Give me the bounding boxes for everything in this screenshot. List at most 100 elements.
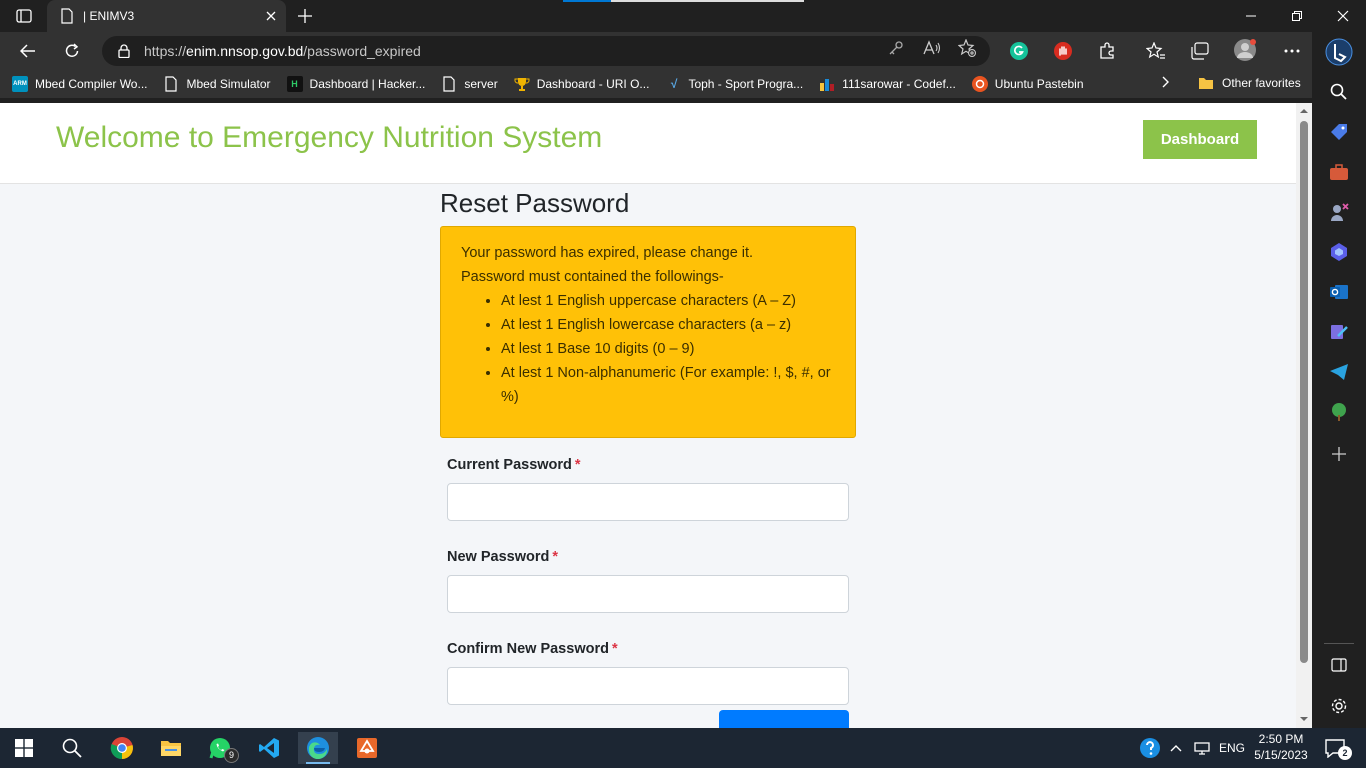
ubuntu-icon xyxy=(971,76,988,92)
outlook-icon[interactable] xyxy=(1327,280,1351,304)
other-favorites[interactable]: Other favorites xyxy=(1198,76,1301,90)
clock-date: 5/15/2023 xyxy=(1254,748,1308,762)
site-header: Welcome to Emergency Nutrition System Da… xyxy=(0,103,1296,184)
grammarly-icon[interactable] xyxy=(1006,38,1032,64)
bing-chat-icon[interactable] xyxy=(1325,38,1353,66)
extensions-icon[interactable] xyxy=(1094,38,1120,64)
windows-start-icon[interactable] xyxy=(4,732,44,764)
stop-hand-extension-icon[interactable] xyxy=(1050,38,1076,64)
whatsapp-icon[interactable]: 9 xyxy=(200,732,240,764)
password-expired-alert: Your password has expired, please change… xyxy=(440,226,856,438)
confirm-password-group: Confirm New Password * xyxy=(440,641,856,705)
page-icon xyxy=(165,76,178,92)
compose-icon[interactable] xyxy=(1327,320,1351,344)
add-favorite-icon[interactable] xyxy=(958,39,976,57)
close-window-icon[interactable] xyxy=(1320,0,1366,32)
more-options-icon[interactable] xyxy=(1279,38,1305,64)
app-icon[interactable] xyxy=(347,732,387,764)
read-aloud-icon[interactable] xyxy=(923,39,941,57)
browser-toolbar: https://enim.nnsop.gov.bd/password_expir… xyxy=(0,32,1312,70)
password-rule: At lest 1 English uppercase characters (… xyxy=(501,289,835,313)
games-icon[interactable] xyxy=(1327,200,1351,224)
trophy-icon xyxy=(514,78,530,91)
shopping-tag-icon[interactable] xyxy=(1327,120,1351,144)
scrollbar-thumb[interactable] xyxy=(1300,121,1308,663)
bookmark-item[interactable]: Mbed Simulator xyxy=(163,76,271,92)
bookmark-item[interactable]: server xyxy=(441,76,498,92)
codeforces-icon xyxy=(820,79,835,91)
chevron-up-icon[interactable] xyxy=(1162,732,1190,764)
lock-icon[interactable] xyxy=(118,44,130,58)
bookmark-item[interactable]: H Dashboard | Hacker... xyxy=(286,76,425,92)
browser-tab[interactable]: | ENIMV3 xyxy=(47,0,286,32)
vscode-icon[interactable] xyxy=(249,732,289,764)
hackerrank-icon: H xyxy=(286,76,303,92)
notification-center-icon[interactable]: 2 xyxy=(1316,732,1354,764)
alert-message: Your password has expired, please change… xyxy=(461,245,754,261)
reset-password-button[interactable]: Reset Password xyxy=(719,710,849,728)
new-password-label: New Password * xyxy=(447,549,558,565)
bookmark-item[interactable]: √ Toph - Sport Progra... xyxy=(665,76,803,92)
new-password-input[interactable] xyxy=(447,575,849,613)
settings-gear-icon[interactable] xyxy=(1327,694,1351,718)
add-sidebar-app-icon[interactable] xyxy=(1327,442,1351,466)
collections-icon[interactable] xyxy=(1187,38,1213,64)
new-tab-icon[interactable] xyxy=(292,4,318,28)
refresh-icon[interactable] xyxy=(57,36,87,66)
address-bar[interactable]: https://enim.nnsop.gov.bd/password_expir… xyxy=(102,36,990,66)
arm-mbed-icon: ARM xyxy=(12,76,28,92)
loading-indicator xyxy=(563,0,804,2)
current-password-label: Current Password * xyxy=(447,457,581,473)
bookmark-item[interactable]: Ubuntu Pastebin xyxy=(971,76,1084,92)
scroll-down-icon[interactable] xyxy=(1299,714,1309,724)
edge-icon[interactable] xyxy=(298,732,338,764)
url-text: https://enim.nnsop.gov.bd/password_expir… xyxy=(144,43,421,59)
language-indicator[interactable]: ENG xyxy=(1219,741,1245,755)
clock-time: 2:50 PM xyxy=(1258,732,1304,746)
more-bookmarks-icon[interactable] xyxy=(1162,76,1170,91)
reset-password-form: Reset Password Your password has expired… xyxy=(440,185,856,705)
confirm-password-input[interactable] xyxy=(447,667,849,705)
chrome-icon[interactable] xyxy=(102,732,142,764)
alert-requirements-intro: Password must contained the followings- xyxy=(461,269,724,285)
profile-avatar[interactable] xyxy=(1232,37,1258,63)
new-password-group: New Password * xyxy=(440,549,856,613)
browser-tab-bar: | ENIMV3 xyxy=(0,0,1366,32)
search-icon[interactable] xyxy=(1327,80,1351,104)
favorites-icon[interactable] xyxy=(1143,38,1169,64)
bookmark-item[interactable]: Dashboard - URI O... xyxy=(514,76,649,92)
password-rule: At lest 1 Non-alphanumeric (For example:… xyxy=(501,361,835,409)
bookmarks-bar: ARM Mbed Compiler Wo... Mbed Simulator H… xyxy=(0,70,1312,98)
password-rule: At lest 1 English lowercase characters (… xyxy=(501,313,835,337)
password-key-icon[interactable] xyxy=(887,39,905,57)
microsoft-365-icon[interactable] xyxy=(1327,240,1351,264)
windows-taskbar: 9 ENG 2:50 PM 5/15/2023 2 xyxy=(0,728,1366,768)
system-clock[interactable]: 2:50 PM 5/15/2023 xyxy=(1252,731,1310,763)
notification-count: 2 xyxy=(1338,746,1352,760)
tree-icon[interactable] xyxy=(1327,400,1351,424)
network-icon[interactable] xyxy=(1188,732,1216,764)
bookmark-item[interactable]: ARM Mbed Compiler Wo... xyxy=(12,76,147,92)
site-title: Welcome to Emergency Nutrition System xyxy=(56,121,603,154)
tools-icon[interactable] xyxy=(1327,160,1351,184)
bookmark-item[interactable]: 111sarowar - Codef... xyxy=(819,76,956,92)
telegram-icon[interactable] xyxy=(1327,360,1351,384)
password-rules-list: At lest 1 English uppercase characters (… xyxy=(501,289,835,409)
minimize-icon[interactable] xyxy=(1228,0,1274,32)
page-scrollbar[interactable] xyxy=(1296,103,1312,728)
sidebar-panel-icon[interactable] xyxy=(1327,653,1351,677)
close-tab-icon[interactable] xyxy=(258,3,284,29)
search-icon[interactable] xyxy=(52,732,92,764)
scroll-up-icon[interactable] xyxy=(1299,106,1309,116)
current-password-input[interactable] xyxy=(447,483,849,521)
page-title: Reset Password xyxy=(440,188,630,218)
page-icon xyxy=(61,8,73,24)
password-rule: At lest 1 Base 10 digits (0 – 9) xyxy=(501,337,835,361)
back-icon[interactable] xyxy=(13,36,43,66)
required-marker: * xyxy=(611,641,618,657)
restore-icon[interactable] xyxy=(1274,0,1320,32)
toph-icon: √ xyxy=(670,77,677,91)
tab-actions-icon[interactable] xyxy=(10,6,38,26)
file-explorer-icon[interactable] xyxy=(151,732,191,764)
dashboard-button[interactable]: Dashboard xyxy=(1143,120,1257,159)
